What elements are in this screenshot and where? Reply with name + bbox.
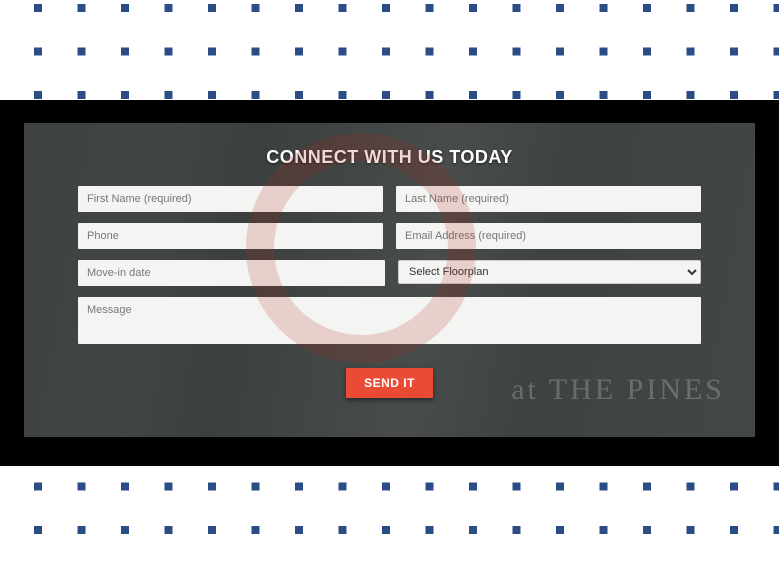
message-textarea[interactable] (78, 297, 701, 344)
email-input[interactable] (396, 223, 701, 249)
phone-input[interactable] (78, 223, 383, 249)
send-button[interactable]: SEND IT (346, 368, 433, 398)
first-name-input[interactable] (78, 186, 383, 212)
last-name-input[interactable] (396, 186, 701, 212)
floorplan-select[interactable]: Select Floorplan (398, 260, 701, 284)
contact-card: at THE PINES CONNECT WITH US TODAY Selec… (24, 123, 755, 437)
form-heading: CONNECT WITH US TODAY (78, 147, 701, 168)
movein-date-input[interactable] (78, 260, 385, 286)
